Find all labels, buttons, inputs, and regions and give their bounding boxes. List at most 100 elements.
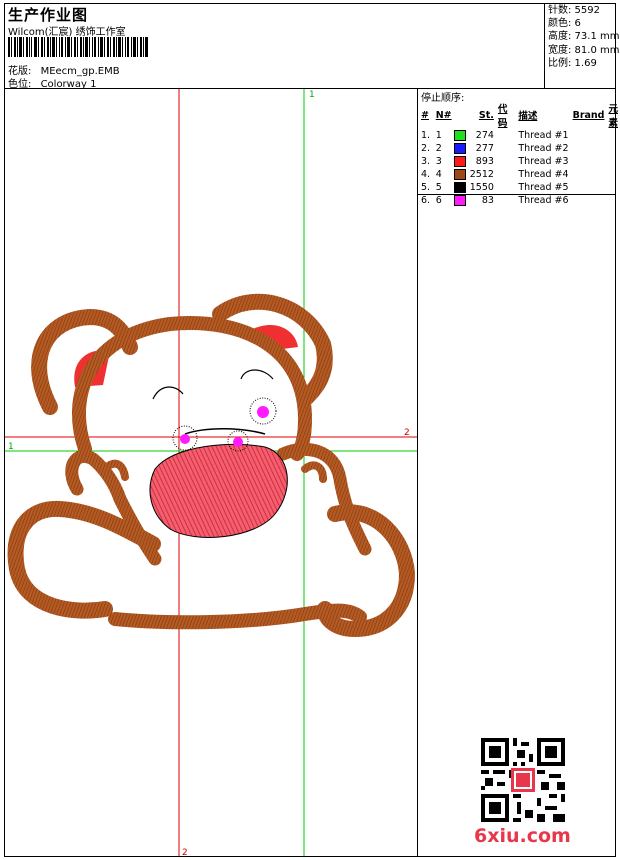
thread-code bbox=[496, 168, 516, 181]
thread-index: 4. bbox=[419, 168, 434, 181]
sheet-title: 生产作业图 bbox=[8, 6, 89, 24]
design-canvas: 1 2 1 2 bbox=[5, 89, 417, 856]
thread-index-text: 3. bbox=[421, 156, 431, 167]
thread-needle-text: 5 bbox=[435, 182, 442, 193]
stitch-count: 针数: 5592 bbox=[548, 5, 600, 16]
thread-stitches-text: 277 bbox=[475, 143, 494, 154]
thread-description: Thread #6 bbox=[516, 194, 570, 207]
thread-description-text: Thread #6 bbox=[518, 195, 569, 206]
thread-element bbox=[606, 181, 620, 194]
thread-index-text: 6. bbox=[421, 195, 431, 206]
thread-description-text: Thread #4 bbox=[518, 169, 569, 180]
thread-code bbox=[496, 194, 516, 207]
design-height: 高度: 73.1 mm bbox=[548, 31, 620, 43]
thread-description-text: Thread #2 bbox=[518, 143, 569, 154]
thread-element bbox=[606, 155, 620, 168]
thread-index-text: 4. bbox=[421, 169, 431, 180]
thread-needle: 4 bbox=[434, 168, 468, 181]
thread-row: 5. 5 1550 Thread #5 bbox=[419, 181, 620, 194]
thread-element bbox=[606, 142, 620, 155]
thread-description-text: Thread #3 bbox=[518, 156, 569, 167]
col-code: 代码 bbox=[497, 104, 508, 129]
thread-row: 2. 2 277 Thread #2 bbox=[419, 142, 620, 155]
thread-color-swatch bbox=[453, 195, 466, 206]
thread-needle: 3 bbox=[434, 155, 468, 168]
thread-needle-text: 3 bbox=[435, 156, 442, 167]
col-element: 元素 bbox=[608, 104, 618, 129]
thread-stitches-text: 893 bbox=[475, 156, 494, 167]
col-description: 描述 bbox=[518, 111, 538, 122]
right-brow bbox=[240, 369, 274, 380]
thread-description-text: Thread #5 bbox=[518, 182, 569, 193]
thread-description: Thread #1 bbox=[516, 129, 570, 142]
thread-index: 1. bbox=[419, 129, 434, 142]
thread-needle-text: 2 bbox=[435, 143, 442, 154]
thread-brand bbox=[571, 194, 607, 207]
panel-divider bbox=[417, 88, 418, 857]
thread-stitches-text: 83 bbox=[481, 195, 494, 206]
thread-row: 3. 3 893 Thread #3 bbox=[419, 155, 620, 168]
thread-stitches: 277 bbox=[468, 142, 496, 155]
right-paw bbox=[276, 442, 372, 556]
left-eye bbox=[180, 434, 190, 444]
thread-row: 6. 6 83 Thread #6 bbox=[419, 194, 620, 207]
thread-brand bbox=[571, 181, 607, 194]
thread-description: Thread #2 bbox=[516, 142, 570, 155]
axis-label-v-bottom: 2 bbox=[182, 848, 188, 856]
thread-description-text: Thread #1 bbox=[518, 130, 569, 141]
thread-description: Thread #3 bbox=[516, 155, 570, 168]
thread-needle-text: 4 bbox=[435, 169, 442, 180]
thread-element bbox=[606, 168, 620, 181]
col-brand: Brand bbox=[572, 109, 605, 121]
thread-needle: 1 bbox=[434, 129, 468, 142]
thread-needle-text: 1 bbox=[435, 130, 442, 141]
thread-needle: 5 bbox=[434, 181, 468, 194]
thread-needle: 6 bbox=[434, 194, 468, 207]
thread-code bbox=[496, 155, 516, 168]
design-stats: 针数: 5592 颜色: 6 高度: 73.1 mm 宽度: 81.0 mm 比… bbox=[548, 4, 619, 70]
thread-row: 4. 4 2512 Thread #4 bbox=[419, 168, 620, 181]
thread-element bbox=[606, 129, 620, 142]
thread-index: 2. bbox=[419, 142, 434, 155]
bear-embroidery bbox=[7, 293, 416, 638]
thread-color-swatch bbox=[453, 156, 466, 167]
thread-code bbox=[496, 142, 516, 155]
thread-index-text: 5. bbox=[421, 182, 431, 193]
stats-divider bbox=[544, 3, 545, 89]
thread-stitches: 2512 bbox=[468, 168, 496, 181]
thread-index: 6. bbox=[419, 194, 434, 207]
thread-row: 1. 1 274 Thread #1 bbox=[419, 129, 620, 142]
axis-label-v-top: 1 bbox=[309, 90, 315, 100]
thread-description: Thread #4 bbox=[516, 168, 570, 181]
thread-stitches: 274 bbox=[468, 129, 496, 142]
thread-color-swatch bbox=[453, 143, 466, 154]
right-eye bbox=[257, 406, 269, 418]
nose bbox=[233, 437, 243, 447]
thread-brand bbox=[571, 168, 607, 181]
head-outline bbox=[71, 316, 313, 461]
thread-code bbox=[496, 129, 516, 142]
thread-description: Thread #5 bbox=[516, 181, 570, 194]
thread-index: 5. bbox=[419, 181, 434, 194]
thread-needle-text: 6 bbox=[435, 195, 442, 206]
thread-stitches: 1550 bbox=[468, 181, 496, 194]
thread-color-swatch bbox=[453, 182, 466, 193]
thread-brand bbox=[571, 155, 607, 168]
mouth-line bbox=[184, 428, 266, 435]
tongue bbox=[149, 443, 288, 538]
thread-color-swatch bbox=[453, 130, 466, 141]
col-needle: N# bbox=[435, 109, 452, 121]
axis-label-h-right: 2 bbox=[404, 428, 410, 438]
thread-table-header: # N# St. 代码 描述 Brand 元素 bbox=[419, 101, 620, 129]
axis-label-h-left: 1 bbox=[8, 442, 14, 452]
thread-index-text: 2. bbox=[421, 143, 431, 154]
thread-brand bbox=[571, 129, 607, 142]
thread-index: 3. bbox=[419, 155, 434, 168]
studio-name: Wilcom(汇宸) 绣饰工作室 bbox=[8, 27, 126, 38]
barcode bbox=[8, 37, 148, 57]
thread-stitches-text: 1550 bbox=[469, 182, 494, 193]
thread-table: # N# St. 代码 描述 Brand 元素 1. 1 274 Thread #1 2… bbox=[419, 101, 620, 207]
thread-code bbox=[496, 181, 516, 194]
col-index: # bbox=[421, 109, 429, 121]
site-watermark: 6xiu.com bbox=[474, 825, 571, 847]
